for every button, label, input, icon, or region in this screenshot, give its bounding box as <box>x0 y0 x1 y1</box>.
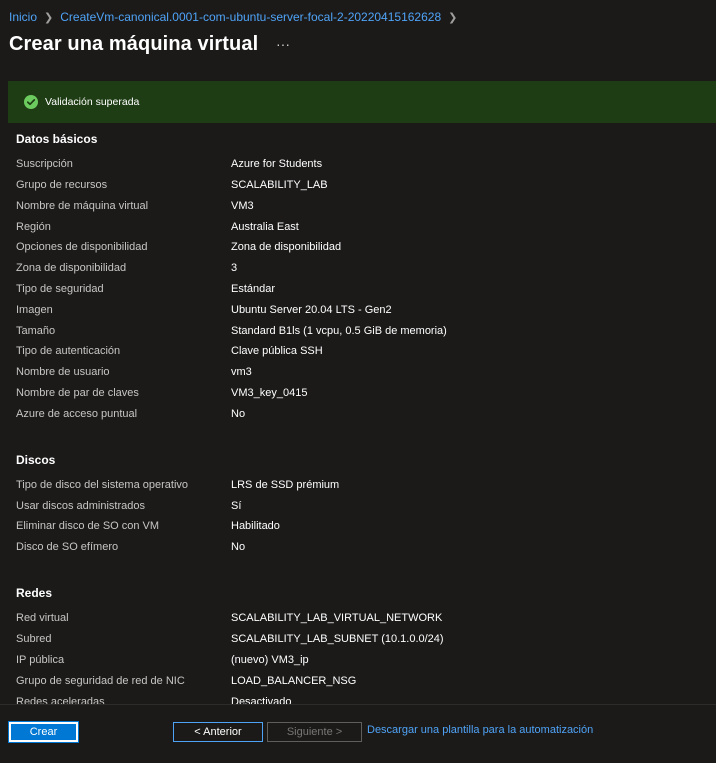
summary-row: Nombre de par de claves VM3_key_0415 <box>0 387 700 407</box>
validation-banner: Validación superada <box>8 81 716 123</box>
chevron-right-icon: ❯ <box>448 11 458 24</box>
row-label: Disco de SO efímero <box>16 541 119 553</box>
row-value: No <box>231 408 246 420</box>
row-value: SCALABILITY_LAB <box>231 179 328 191</box>
chevron-right-icon: ❯ <box>44 11 54 24</box>
summary-row: Subred SCALABILITY_LAB_SUBNET (10.1.0.0/2… <box>0 633 700 653</box>
row-value: No <box>231 541 246 553</box>
row-value: Sí <box>231 500 242 512</box>
row-value: LRS de SSD prémium <box>231 479 340 491</box>
previous-button[interactable]: < Anterior <box>173 722 263 742</box>
row-value: Zona de disponibilidad <box>231 241 342 253</box>
row-label: Región <box>16 221 51 233</box>
section-title-disks: Discos <box>16 453 56 467</box>
download-template-link[interactable]: Descargar una plantilla para la automati… <box>367 724 593 736</box>
summary-row: Redes aceleradas Desactivado <box>0 696 700 704</box>
row-value: Habilitado <box>231 520 280 532</box>
row-label: IP pública <box>16 654 65 666</box>
row-label: Subred <box>16 633 52 645</box>
row-value: 3 <box>231 262 238 274</box>
row-label: Tipo de seguridad <box>16 283 104 295</box>
row-value: (nuevo) VM3_ip <box>231 654 309 666</box>
banner-text: Validación superada <box>45 96 140 108</box>
summary-row: Opciones de disponibilidad Zona de dispon… <box>0 241 700 261</box>
row-label: Azure de acceso puntual <box>16 408 138 420</box>
summary-row: Azure de acceso puntual No <box>0 408 700 428</box>
row-value: Ubuntu Server 20.04 LTS - Gen2 <box>231 304 392 316</box>
row-label: Red virtual <box>16 612 69 624</box>
row-label: Nombre de máquina virtual <box>16 200 149 212</box>
row-label: Grupo de seguridad de red de NIC <box>16 675 185 687</box>
row-label: Opciones de disponibilidad <box>16 241 148 253</box>
row-label: Tipo de autenticación <box>16 345 121 357</box>
summary-row: IP pública (nuevo) VM3_ip <box>0 654 700 674</box>
summary-row: Imagen Ubuntu Server 20.04 LTS - Gen2 <box>0 304 700 324</box>
row-value: SCALABILITY_LAB_SUBNET (10.1.0.0/24) <box>231 633 444 645</box>
next-button[interactable]: Siguiente > <box>267 722 362 742</box>
summary-row: Tamaño Standard B1ls (1 vcpu, 0.5 GiB de … <box>0 325 700 345</box>
summary-row: Red virtual SCALABILITY_LAB_VIRTUAL_NETWO… <box>0 612 700 632</box>
row-label: Tipo de disco del sistema operativo <box>16 479 189 491</box>
row-label: Zona de disponibilidad <box>16 262 127 274</box>
row-value: Standard B1ls (1 vcpu, 0.5 GiB de memori… <box>231 325 447 337</box>
row-value: VM3 <box>231 200 254 212</box>
row-label: Grupo de recursos <box>16 179 108 191</box>
row-value: VM3_key_0415 <box>231 387 308 399</box>
row-value: Australia East <box>231 221 299 233</box>
more-options-icon[interactable]: ··· <box>275 36 291 54</box>
breadcrumb: Inicio ❯ CreateVm-canonical.0001-com-ubu… <box>9 10 464 24</box>
row-value: LOAD_BALANCER_NSG <box>231 675 357 687</box>
breadcrumb-home-link[interactable]: Inicio <box>9 10 37 24</box>
section-title-basics: Datos básicos <box>16 132 98 146</box>
footer-bar: Crear < Anterior Siguiente > Descargar u… <box>0 704 716 763</box>
page-title: Crear una máquina virtual <box>9 33 259 55</box>
row-value: vm3 <box>231 366 252 378</box>
row-label: Imagen <box>16 304 53 316</box>
review-summary: Datos básicos Suscripción Azure for Stude… <box>0 123 716 704</box>
row-value: Clave pública SSH <box>231 345 323 357</box>
row-value: Desactivado <box>231 696 292 704</box>
row-value: Estándar <box>231 283 276 295</box>
summary-row: Nombre de máquina virtual VM3 <box>0 200 700 220</box>
summary-row: Eliminar disco de SO con VM Habilitado <box>0 520 700 540</box>
create-button[interactable]: Crear <box>8 721 79 743</box>
summary-row: Suscripción Azure for Students <box>0 158 700 178</box>
row-value: Azure for Students <box>231 158 323 170</box>
section-title-network: Redes <box>16 586 53 600</box>
summary-row: Grupo de recursos SCALABILITY_LAB <box>0 179 700 199</box>
check-circle-icon <box>24 95 38 109</box>
breadcrumb-deployment-link[interactable]: CreateVm-canonical.0001-com-ubuntu-serve… <box>60 10 441 24</box>
summary-row: Usar discos administrados Sí <box>0 500 700 520</box>
row-label: Nombre de usuario <box>16 366 110 378</box>
row-label: Eliminar disco de SO con VM <box>16 520 160 532</box>
row-label: Tamaño <box>16 325 56 337</box>
summary-row: Región Australia East <box>0 221 700 241</box>
summary-row: Disco de SO efímero No <box>0 541 700 561</box>
summary-row: Nombre de usuario vm3 <box>0 366 700 386</box>
row-label: Redes aceleradas <box>16 696 105 704</box>
row-label: Usar discos administrados <box>16 500 145 512</box>
row-label: Suscripción <box>16 158 73 170</box>
summary-row: Zona de disponibilidad 3 <box>0 262 700 282</box>
summary-row: Grupo de seguridad de red de NIC LOAD_BAL… <box>0 675 700 695</box>
row-value: SCALABILITY_LAB_VIRTUAL_NETWORK <box>231 612 443 624</box>
row-label: Nombre de par de claves <box>16 387 139 399</box>
summary-row: Tipo de autenticación Clave pública SSH <box>0 345 700 365</box>
summary-row: Tipo de disco del sistema operativo LRS d… <box>0 479 700 499</box>
summary-row: Tipo de seguridad Estándar <box>0 283 700 303</box>
